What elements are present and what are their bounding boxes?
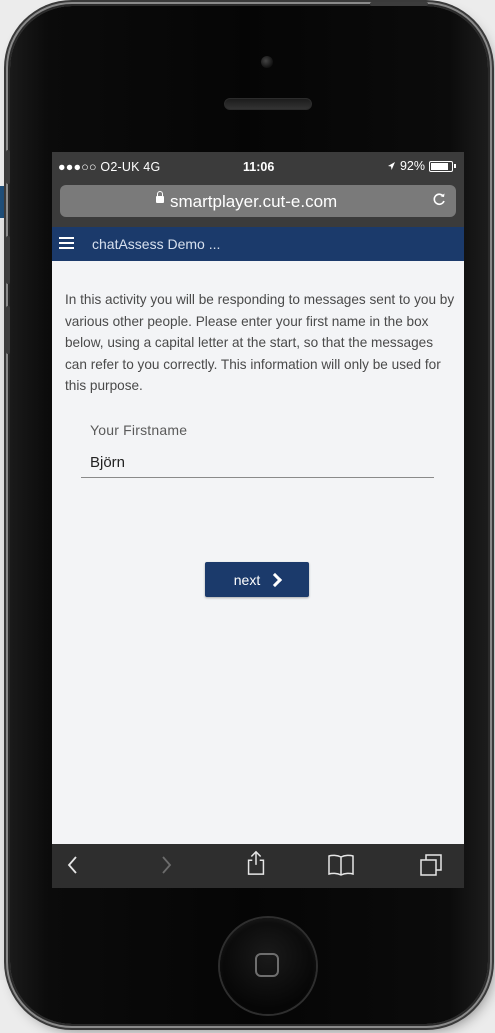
tabs-icon[interactable] bbox=[417, 852, 445, 878]
hamburger-menu-icon[interactable] bbox=[59, 237, 74, 249]
reload-icon[interactable] bbox=[432, 190, 446, 211]
next-button[interactable]: next bbox=[205, 562, 309, 597]
firstname-input[interactable] bbox=[81, 448, 434, 478]
location-arrow-icon bbox=[387, 162, 395, 170]
app-header: chatAssess Demo ... bbox=[52, 227, 464, 261]
status-right-group: 92% bbox=[387, 159, 456, 173]
intro-text: In this activity you will be responding … bbox=[65, 292, 455, 393]
firstname-label: Your Firstname bbox=[90, 422, 188, 438]
volume-up-button bbox=[6, 236, 10, 284]
app-title: chatAssess Demo ... bbox=[92, 236, 221, 252]
address-bar[interactable]: smartplayer.cut-e.com bbox=[60, 185, 456, 217]
forward-icon[interactable] bbox=[159, 852, 173, 878]
battery-icon bbox=[429, 160, 453, 172]
chevron-right-icon bbox=[268, 572, 283, 588]
front-camera bbox=[261, 56, 273, 68]
status-bar: ●●●○○ O2-UK 4G 11:06 92% bbox=[52, 152, 464, 182]
carrier-signal: ●●●○○ O2-UK 4G bbox=[58, 160, 161, 174]
home-button[interactable] bbox=[220, 918, 316, 1014]
volume-down-button bbox=[6, 306, 10, 354]
share-icon[interactable] bbox=[244, 850, 268, 876]
power-button bbox=[370, 2, 428, 6]
battery-percent: 92% bbox=[399, 159, 425, 173]
battery-tip bbox=[454, 164, 456, 168]
next-button-label: next bbox=[233, 571, 261, 588]
url-text: smartplayer.cut-e.com bbox=[170, 192, 338, 211]
mute-switch bbox=[6, 150, 10, 184]
lock-icon bbox=[156, 191, 164, 203]
reload-arrow-icon bbox=[433, 193, 445, 205]
home-square-icon bbox=[255, 953, 279, 977]
browser-chrome: smartplayer.cut-e.com bbox=[52, 182, 464, 227]
status-time: 11:06 bbox=[243, 160, 275, 174]
bookmarks-icon[interactable] bbox=[326, 852, 356, 878]
back-icon[interactable] bbox=[66, 852, 80, 878]
earpiece-speaker bbox=[224, 98, 312, 110]
battery-fill bbox=[431, 162, 448, 170]
phone-screen: ●●●○○ O2-UK 4G 11:06 92% smartplayer.cut… bbox=[52, 152, 464, 888]
browser-toolbar bbox=[52, 844, 464, 888]
